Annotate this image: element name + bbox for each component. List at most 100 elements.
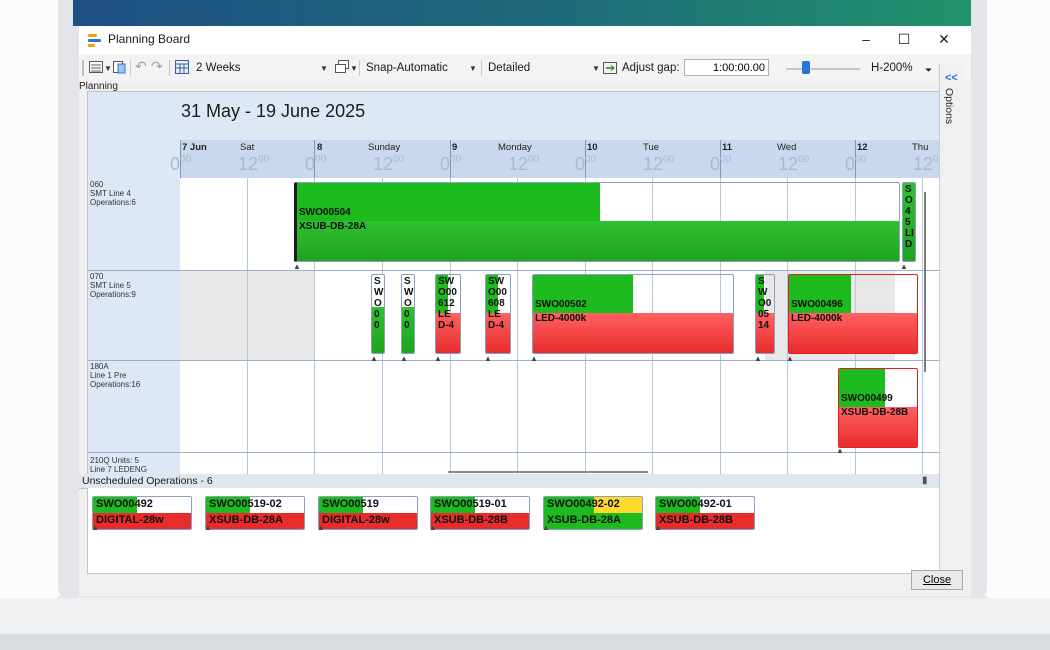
separator (481, 60, 482, 76)
day-name: Monday (498, 142, 532, 153)
start-marker-icon: ▲ (900, 262, 908, 271)
resource-label-060[interactable]: 060 SMT Line 4 Operations:6 (90, 180, 136, 207)
adjust-gap-icon[interactable] (603, 60, 617, 74)
adjust-gap-input[interactable]: 1:00:00.00 (684, 59, 769, 76)
zoom-slider-track[interactable] (786, 68, 860, 70)
close-button[interactable]: Close (911, 570, 963, 590)
start-marker-icon: ▲ (317, 523, 325, 532)
horizontal-scrollbar[interactable] (448, 471, 648, 473)
options-label[interactable]: Options (943, 88, 955, 124)
operation-part: XSUB-DB-28A (299, 221, 367, 232)
start-marker-icon: ▲ (754, 354, 762, 363)
operation-block-swo00496[interactable]: SWO00496 LED-4000k (788, 274, 918, 354)
unscheduled-card[interactable]: SWO00519 DIGITAL-28w (318, 496, 418, 530)
expand-options-icon[interactable]: << (945, 72, 958, 84)
operation-block-row1-right[interactable]: S O 45 LI D (902, 182, 916, 262)
planning-area: 31 May - 19 June 2025 7 Jun Sat 8 Sunday… (87, 91, 941, 483)
card-id: SWO00519-01 (434, 498, 507, 510)
card-id: SWO00492 (96, 498, 153, 510)
snap-select[interactable]: Snap-Automatic (366, 58, 448, 78)
unscheduled-card[interactable]: SWO00492 DIGITAL-28w (92, 496, 192, 530)
hour-label: 1200 (238, 154, 270, 174)
resource-label-070[interactable]: 070 SMT Line 5 Operations:9 (90, 272, 136, 299)
zoom-slider-thumb[interactable] (802, 61, 810, 74)
day-number: 11 (722, 142, 733, 153)
day-number: 12 (857, 142, 868, 153)
redo-icon[interactable]: ↷ (151, 56, 163, 76)
unscheduled-card[interactable]: SWO00519-01 XSUB-DB-28B (430, 496, 530, 530)
unscheduled-card[interactable]: SWO00492-01 XSUB-DB-28B (655, 496, 755, 530)
toolbar: ▼ ↶ ↷ 2 Weeks ▼ ▼ Snap-Automatic ▼ Detai… (79, 54, 971, 82)
start-marker-icon: ▲ (91, 523, 99, 532)
minimize-button[interactable]: – (847, 26, 885, 54)
calendar-grid-icon[interactable] (175, 60, 189, 74)
view-list-icon[interactable] (89, 60, 103, 74)
window-title: Planning Board (108, 32, 191, 46)
hour-label: 1200 (373, 154, 405, 174)
start-marker-icon: ▲ (654, 523, 662, 532)
card-id: SWO00519-02 (209, 498, 282, 510)
day-name: Thu (912, 142, 929, 153)
unscheduled-card[interactable]: SWO00492-02 XSUB-DB-28A (543, 496, 643, 530)
start-marker-icon: ▲ (293, 262, 301, 271)
row-separator (88, 452, 940, 453)
detail-select[interactable]: Detailed (488, 58, 530, 78)
laptop-bezel-left (58, 0, 79, 604)
card-id: SWO00492-01 (659, 498, 732, 510)
start-marker-icon: ▲ (530, 354, 538, 363)
start-marker-icon: ▲ (204, 523, 212, 532)
resource-label-180a[interactable]: 180A Line 1 Pre Operations:16 (90, 362, 140, 389)
layout-dropdown-arrow[interactable]: ▼ (350, 59, 358, 79)
toolbar-overflow-icon[interactable]: ⏷ (925, 60, 932, 80)
maximize-button[interactable]: ☐ (885, 26, 923, 54)
resource-label-210q[interactable]: 210Q Units: 5 Line 7 LEDENG (90, 456, 147, 474)
start-marker-icon: ▲ (434, 354, 442, 363)
start-marker-icon: ▲ (542, 523, 550, 532)
hour-label: 1200 (508, 154, 540, 174)
grid-line (247, 178, 248, 474)
adjust-gap-label: Adjust gap: (622, 62, 680, 74)
operation-block-r2-d[interactable]: SW O00 608 LE D-4 (485, 274, 511, 354)
grid-line (922, 178, 923, 474)
card-part: XSUB-DB-28B (659, 514, 733, 526)
window-layout-icon[interactable] (335, 60, 349, 74)
day-name: Sat (240, 142, 255, 153)
operation-block-swo00502[interactable]: SWO00502 LED-4000k (532, 274, 734, 354)
period-dropdown-arrow[interactable]: ▼ (320, 59, 328, 79)
operation-block-r2-f[interactable]: S W O0 05 14 (755, 274, 775, 354)
view-dropdown-arrow[interactable]: ▼ (104, 59, 112, 79)
title-bar: Planning Board – ☐ ✕ (79, 26, 971, 54)
hour-label: 000 (845, 154, 867, 174)
period-select[interactable]: 2 Weeks (196, 58, 241, 78)
planning-board-window: Planning Board – ☐ ✕ ▼ ↶ ↷ 2 Weeks ▼ ▼ S… (79, 26, 971, 596)
operation-id: SW O00 612 LE D-4 (438, 276, 457, 331)
pin-icon[interactable]: ▮ (922, 475, 928, 486)
card-part: XSUB-DB-28A (209, 514, 283, 526)
card-part: DIGITAL-28w (96, 514, 164, 526)
hour-label: 1200 (778, 154, 810, 174)
close-window-button[interactable]: ✕ (925, 26, 963, 54)
row-separator (88, 360, 940, 361)
operation-block-r2-c[interactable]: SW O00 612 LE D-4 (435, 274, 461, 354)
card-id: SWO00492-02 (547, 498, 620, 510)
unscheduled-title: Unscheduled Operations - 6 (82, 475, 213, 487)
start-marker-icon: ▲ (836, 446, 844, 455)
vertical-scrollbar[interactable] (924, 192, 926, 372)
start-marker-icon: ▲ (429, 523, 437, 532)
undo-icon[interactable]: ↶ (135, 56, 147, 76)
timeline-header: 7 Jun Sat 8 Sunday 9 Monday 10 Tue 11 We… (170, 140, 940, 178)
operation-id: S W O0 05 14 (758, 276, 772, 331)
snap-dropdown-arrow[interactable]: ▼ (469, 59, 477, 79)
operation-block-r2-a[interactable]: S W O 0 0 (371, 274, 385, 354)
unscheduled-card[interactable]: SWO00519-02 XSUB-DB-28A (205, 496, 305, 530)
schedule-icon[interactable] (112, 60, 126, 74)
hour-label: 000 (575, 154, 597, 174)
unscheduled-area: SWO00492 DIGITAL-28w ▲ SWO00519-02 XSUB-… (87, 488, 941, 574)
options-panel[interactable]: << Options (939, 64, 964, 584)
start-marker-icon: ▲ (786, 354, 794, 363)
start-marker-icon: ▲ (370, 354, 378, 363)
operation-block-swo00499[interactable]: SWO00499 XSUB-DB-28B (838, 368, 918, 448)
operation-block-r2-b[interactable]: S W O 0 0 (401, 274, 415, 354)
detail-dropdown-arrow[interactable]: ▼ (592, 59, 600, 79)
operation-block-swo00504[interactable]: SWO00504 XSUB-DB-28A (294, 182, 900, 262)
